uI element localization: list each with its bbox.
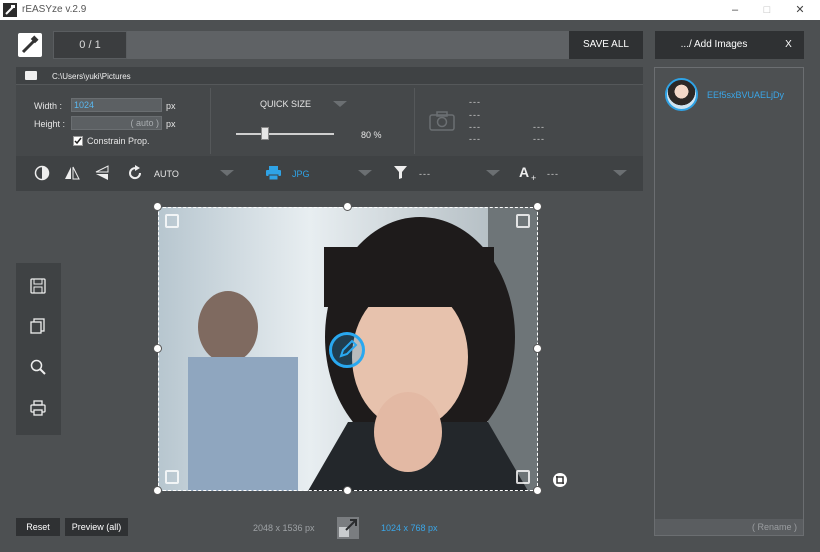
exif-line: --- (469, 97, 481, 107)
format-dropdown-icon[interactable] (358, 170, 372, 176)
output-dimensions: 1024 x 768 px (381, 523, 438, 533)
minimize-button[interactable]: – (720, 2, 750, 18)
quick-size-slider-thumb[interactable] (261, 127, 270, 140)
quick-size-slider[interactable] (236, 133, 334, 135)
format-label[interactable]: JPG (292, 169, 310, 179)
maximize-button[interactable]: □ (752, 2, 782, 18)
format-icon[interactable] (266, 166, 281, 180)
rotate-icon[interactable] (127, 165, 143, 181)
quick-size-dropdown-icon[interactable] (333, 101, 347, 107)
divider (210, 88, 211, 154)
resize-handle[interactable] (533, 202, 542, 211)
original-dimensions: 2048 x 1536 px (253, 523, 315, 533)
constrain-checkbox[interactable] (73, 136, 83, 146)
close-window-button[interactable]: ✕ (785, 2, 815, 18)
save-icon[interactable] (30, 278, 46, 294)
auto-dropdown-icon[interactable] (220, 170, 234, 176)
exif-line: --- (533, 122, 545, 132)
exif-line: --- (533, 134, 545, 144)
output-path[interactable]: C:\Users\yuki\Pictures (52, 72, 131, 81)
resize-handle[interactable] (343, 202, 352, 211)
title-bar: rEASYze v.2.9 – □ ✕ (0, 0, 820, 20)
file-name[interactable]: EEf5sxBVUAELjDy (707, 90, 784, 100)
corner-edit-icon[interactable] (516, 214, 530, 228)
contrast-icon[interactable] (34, 165, 50, 181)
preview-all-button[interactable]: Preview (all) (65, 518, 128, 536)
svg-text:A: A (519, 164, 529, 180)
file-list-panel (654, 67, 804, 536)
corner-edit-icon[interactable] (516, 470, 530, 484)
filter-icon[interactable] (394, 166, 407, 179)
exif-line: --- (469, 110, 481, 120)
width-input[interactable]: 1024 (71, 98, 162, 112)
height-unit: px (166, 119, 176, 129)
print-icon[interactable] (30, 400, 46, 416)
corner-edit-icon[interactable] (165, 214, 179, 228)
divider (414, 88, 415, 154)
rename-button[interactable]: ( Rename ) (655, 519, 803, 535)
auto-button[interactable]: AUTO (154, 169, 179, 179)
clear-images-button[interactable]: X (773, 31, 804, 59)
copy-icon[interactable] (30, 318, 46, 334)
zoom-icon[interactable] (30, 359, 46, 375)
window-title: rEASYze v.2.9 (22, 4, 87, 15)
quick-size-label: QUICK SIZE (260, 99, 312, 109)
app-logo-icon (18, 33, 42, 57)
text-dropdown-icon[interactable] (613, 170, 627, 176)
image-counter: 0 / 1 (53, 31, 127, 59)
folder-icon[interactable] (25, 71, 37, 80)
text-add-icon[interactable]: A + (519, 164, 539, 182)
file-thumbnail[interactable] (665, 78, 698, 111)
width-unit: px (166, 101, 176, 111)
resize-handle[interactable] (153, 202, 162, 211)
resize-handle[interactable] (533, 486, 542, 495)
corner-edit-icon[interactable] (165, 470, 179, 484)
resize-handle[interactable] (343, 486, 352, 495)
progress-bar (127, 31, 569, 59)
text-value: --- (547, 169, 559, 179)
resize-handle[interactable] (533, 344, 542, 353)
save-all-button[interactable]: SAVE ALL (569, 31, 643, 59)
filter-value: --- (419, 169, 431, 179)
flip-horizontal-icon[interactable] (64, 165, 80, 181)
width-label: Width : (34, 101, 63, 111)
add-images-button[interactable]: .../ Add Images (655, 31, 773, 59)
resize-handle[interactable] (153, 486, 162, 495)
exif-line: --- (469, 122, 481, 132)
svg-text:+: + (531, 173, 536, 182)
quick-size-value: 80 % (361, 130, 382, 140)
edit-image-icon[interactable] (329, 332, 365, 368)
height-input[interactable]: ( auto ) (71, 116, 162, 130)
app-icon (3, 3, 17, 17)
resize-handle[interactable] (153, 344, 162, 353)
flip-vertical-icon[interactable] (94, 165, 110, 181)
constrain-label: Constrain Prop. (87, 136, 150, 146)
crop-rotate-icon[interactable] (552, 472, 568, 488)
exif-line: --- (469, 134, 481, 144)
reset-button[interactable]: Reset (16, 518, 60, 536)
height-label: Height : (34, 119, 66, 129)
camera-icon (429, 111, 455, 131)
filter-dropdown-icon[interactable] (486, 170, 500, 176)
resize-arrow-icon (337, 517, 359, 539)
